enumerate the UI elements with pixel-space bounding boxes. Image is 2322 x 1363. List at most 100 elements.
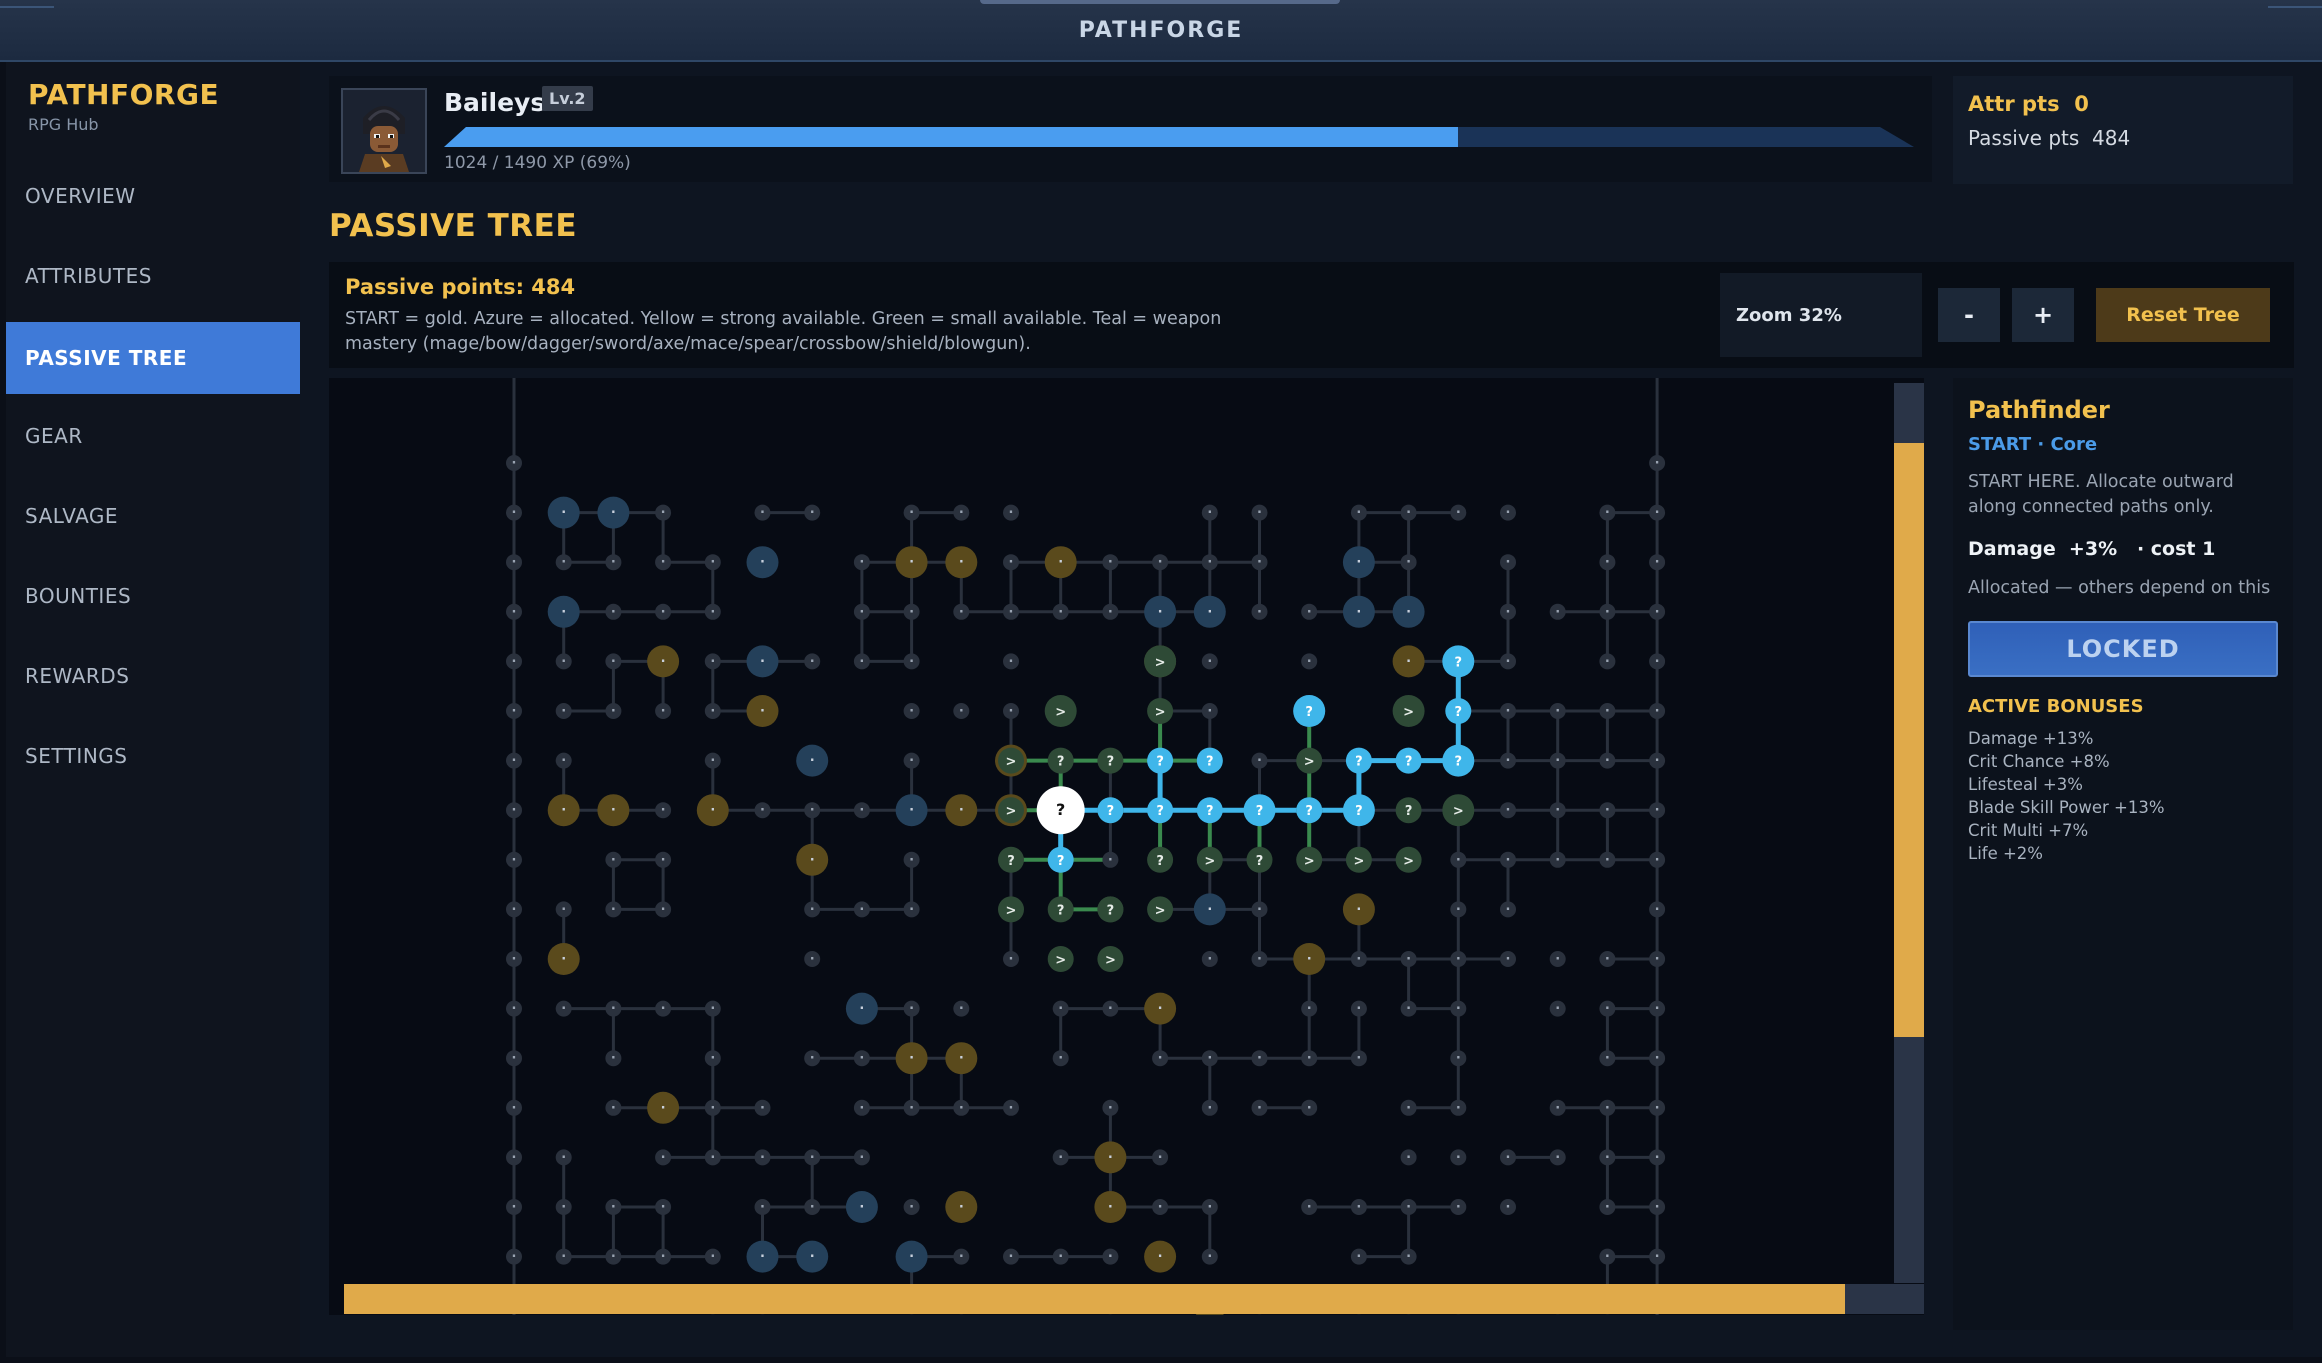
minor-node[interactable]: · xyxy=(506,901,522,918)
available-node[interactable]: ? xyxy=(998,846,1024,873)
strong-node[interactable]: · xyxy=(1044,546,1077,579)
allocated-node[interactable]: ? xyxy=(1243,794,1276,827)
minor-node[interactable]: · xyxy=(1251,1099,1268,1116)
available-node[interactable]: > xyxy=(1296,747,1323,774)
minor-node[interactable]: · xyxy=(1450,951,1467,967)
available-node[interactable]: > xyxy=(1296,846,1323,873)
minor-node[interactable]: · xyxy=(804,901,821,918)
minor-node[interactable]: · xyxy=(605,1050,622,1067)
minor-node[interactable]: · xyxy=(1003,653,1019,670)
minor-node[interactable]: · xyxy=(1201,1199,1218,1215)
strong-node[interactable]: · xyxy=(945,1191,978,1223)
minor-node[interactable]: · xyxy=(1350,1199,1367,1215)
zoom-out-button[interactable]: - xyxy=(1938,288,2000,342)
minor-node[interactable]: · xyxy=(555,1000,572,1017)
minor-node[interactable]: · xyxy=(1251,901,1268,918)
strong-node[interactable]: · xyxy=(945,794,978,827)
mastery-node[interactable]: · xyxy=(746,546,779,579)
allocated-node[interactable]: ? xyxy=(1047,846,1074,873)
strong-node[interactable]: · xyxy=(796,843,829,876)
strong-node[interactable]: · xyxy=(1144,1240,1177,1273)
minor-node[interactable]: · xyxy=(704,1149,721,1166)
locked-button[interactable]: LOCKED xyxy=(1968,621,2278,677)
nav-salvage[interactable]: SALVAGE xyxy=(6,480,300,552)
minor-node[interactable]: · xyxy=(1599,752,1616,769)
minor-node[interactable]: · xyxy=(506,1050,522,1067)
minor-node[interactable]: · xyxy=(1649,554,1666,571)
minor-node[interactable]: · xyxy=(1201,1050,1218,1067)
minor-node[interactable]: · xyxy=(1102,554,1119,571)
minor-node[interactable]: · xyxy=(555,752,572,769)
minor-node[interactable]: · xyxy=(903,752,920,769)
minor-node[interactable]: · xyxy=(953,1099,970,1116)
allocated-node[interactable]: ? xyxy=(1196,747,1223,774)
minor-node[interactable]: · xyxy=(655,1199,672,1215)
minor-node[interactable]: · xyxy=(1649,1149,1666,1166)
minor-node[interactable]: · xyxy=(1201,951,1218,967)
minor-node[interactable]: · xyxy=(1549,703,1566,719)
minor-node[interactable]: · xyxy=(1649,603,1666,620)
available-notable[interactable]: > xyxy=(1392,695,1425,727)
mastery-node[interactable]: · xyxy=(845,992,878,1025)
minor-node[interactable]: · xyxy=(506,653,522,670)
minor-node[interactable]: · xyxy=(853,653,870,670)
vertical-scrollbar[interactable] xyxy=(1894,383,1924,1283)
minor-node[interactable]: · xyxy=(1052,1050,1069,1067)
available-node[interactable]: ? xyxy=(1395,797,1422,824)
mastery-node[interactable]: · xyxy=(1342,595,1375,628)
minor-node[interactable]: · xyxy=(1649,1000,1666,1017)
minor-node[interactable]: · xyxy=(1400,1248,1417,1265)
allocated-node[interactable]: ? xyxy=(1442,645,1475,678)
minor-node[interactable]: · xyxy=(853,802,870,819)
minor-node[interactable]: · xyxy=(655,1000,672,1017)
minor-node[interactable]: · xyxy=(1549,951,1566,967)
minor-node[interactable]: · xyxy=(1599,554,1616,571)
mastery-node[interactable]: · xyxy=(1193,893,1226,926)
minor-node[interactable]: · xyxy=(1649,802,1666,819)
minor-node[interactable]: · xyxy=(506,1000,522,1017)
vertical-scroll-thumb[interactable] xyxy=(1894,443,1924,1037)
minor-node[interactable]: · xyxy=(754,1199,771,1215)
minor-node[interactable]: · xyxy=(754,1099,771,1116)
minor-node[interactable]: · xyxy=(1500,703,1516,719)
minor-node[interactable]: · xyxy=(506,951,522,967)
minor-node[interactable]: · xyxy=(1052,1149,1069,1166)
minor-node[interactable]: · xyxy=(555,1248,572,1265)
minor-node[interactable]: · xyxy=(1400,504,1417,521)
minor-node[interactable]: · xyxy=(1350,951,1367,967)
available-node[interactable]: > xyxy=(998,747,1024,774)
available-node[interactable]: > xyxy=(1395,846,1422,873)
minor-node[interactable]: · xyxy=(605,1199,622,1215)
minor-node[interactable]: · xyxy=(1301,1099,1318,1116)
minor-node[interactable]: · xyxy=(506,603,522,620)
minor-node[interactable]: · xyxy=(804,653,821,670)
strong-node[interactable]: · xyxy=(1392,645,1425,678)
minor-node[interactable]: · xyxy=(655,802,672,819)
available-node[interactable]: > xyxy=(1345,846,1372,873)
minor-node[interactable]: · xyxy=(1500,752,1516,769)
minor-node[interactable]: · xyxy=(506,504,522,521)
minor-node[interactable]: · xyxy=(704,1248,721,1265)
minor-node[interactable]: · xyxy=(1301,653,1318,670)
minor-node[interactable]: · xyxy=(1649,1248,1666,1265)
minor-node[interactable]: · xyxy=(1599,851,1616,868)
start-node[interactable]: ? xyxy=(1036,786,1085,835)
minor-node[interactable]: · xyxy=(1500,901,1516,918)
minor-node[interactable]: · xyxy=(1649,653,1666,670)
strong-node[interactable]: · xyxy=(945,546,978,579)
minor-node[interactable]: · xyxy=(655,1248,672,1265)
available-node[interactable]: ? xyxy=(1097,896,1124,923)
mastery-node[interactable]: · xyxy=(845,1191,878,1223)
minor-node[interactable]: · xyxy=(1102,1248,1119,1265)
minor-node[interactable]: · xyxy=(1500,851,1516,868)
minor-node[interactable]: · xyxy=(1549,1099,1566,1116)
minor-node[interactable]: · xyxy=(506,703,522,719)
minor-node[interactable]: · xyxy=(853,1149,870,1166)
minor-node[interactable]: · xyxy=(506,851,522,868)
minor-node[interactable]: · xyxy=(1549,752,1566,769)
mastery-node[interactable]: · xyxy=(895,1240,928,1273)
minor-node[interactable]: · xyxy=(1400,951,1417,967)
allocated-node[interactable]: ? xyxy=(1196,797,1223,824)
nav-gear[interactable]: GEAR xyxy=(6,400,300,472)
allocated-node[interactable]: ? xyxy=(1147,747,1174,774)
